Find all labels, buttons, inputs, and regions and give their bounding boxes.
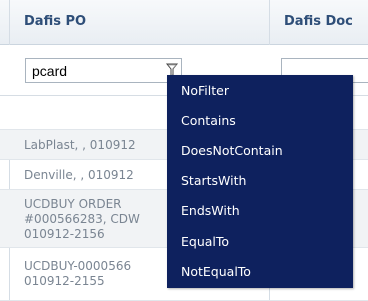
grid-header: Dafis PO Dafis Doc [0, 0, 368, 45]
menu-item-startswith[interactable]: StartsWith [167, 166, 353, 196]
menu-item-contains[interactable]: Contains [167, 106, 353, 136]
column-header-dafis-po[interactable]: Dafis PO [0, 0, 269, 44]
dafis-po-filter-input[interactable] [25, 58, 182, 83]
filter-dropdown-menu: NoFilter Contains DoesNotContain StartsW… [167, 75, 353, 288]
menu-item-nofilter[interactable]: NoFilter [167, 76, 353, 106]
menu-item-doesnotcontain[interactable]: DoesNotContain [167, 136, 353, 166]
menu-item-endswith[interactable]: EndsWith [167, 196, 353, 226]
column-header-dafis-doc[interactable]: Dafis Doc [270, 0, 368, 44]
menu-item-equalto[interactable]: EqualTo [167, 227, 353, 257]
menu-item-notequalto[interactable]: NotEqualTo [167, 257, 353, 287]
